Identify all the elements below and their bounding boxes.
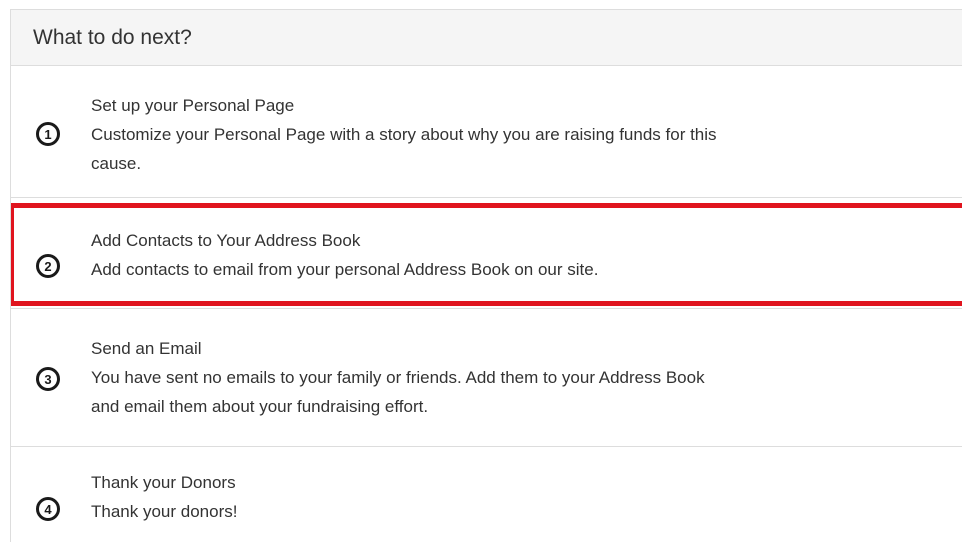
step-4-description-line1: Thank your donors!	[91, 502, 238, 521]
step-4[interactable]: 4 Thank your Donors Thank your donors!	[11, 447, 962, 542]
step-4-title[interactable]: Thank your Donors	[91, 468, 871, 497]
panel-title: What to do next?	[33, 25, 192, 49]
step-3-description-line2: and email them about your fundraising ef…	[91, 397, 429, 416]
step-2-text: Add Contacts to Your Address Book Add co…	[91, 226, 871, 284]
step-3-text: Send an Email You have sent no emails to…	[91, 334, 871, 421]
step-2[interactable]: 2 Add Contacts to Your Address Book Add …	[11, 198, 962, 308]
step-1-text: Set up your Personal Page Customize your…	[91, 91, 871, 178]
step-2-title[interactable]: Add Contacts to Your Address Book	[91, 226, 871, 255]
step-1-description-line2: cause.	[91, 154, 142, 173]
step-2-description-line1: Add contacts to email from your personal…	[91, 260, 599, 279]
step-number-3-icon: 3	[36, 367, 60, 391]
step-4-text: Thank your Donors Thank your donors!	[91, 468, 871, 526]
step-3[interactable]: 3 Send an Email You have sent no emails …	[11, 309, 962, 446]
step-1[interactable]: 1 Set up your Personal Page Customize yo…	[11, 66, 962, 197]
step-3-description-line1: You have sent no emails to your family o…	[91, 368, 705, 387]
panel-header: What to do next?	[11, 9, 962, 66]
step-number-1-icon: 1	[36, 122, 60, 146]
what-to-do-next-panel: What to do next? 1 Set up your Personal …	[10, 9, 962, 542]
step-1-title[interactable]: Set up your Personal Page	[91, 91, 871, 120]
step-1-description-line1: Customize your Personal Page with a stor…	[91, 125, 717, 144]
step-number-4-icon: 4	[36, 497, 60, 521]
step-3-title[interactable]: Send an Email	[91, 334, 871, 363]
step-number-2-icon: 2	[36, 254, 60, 278]
